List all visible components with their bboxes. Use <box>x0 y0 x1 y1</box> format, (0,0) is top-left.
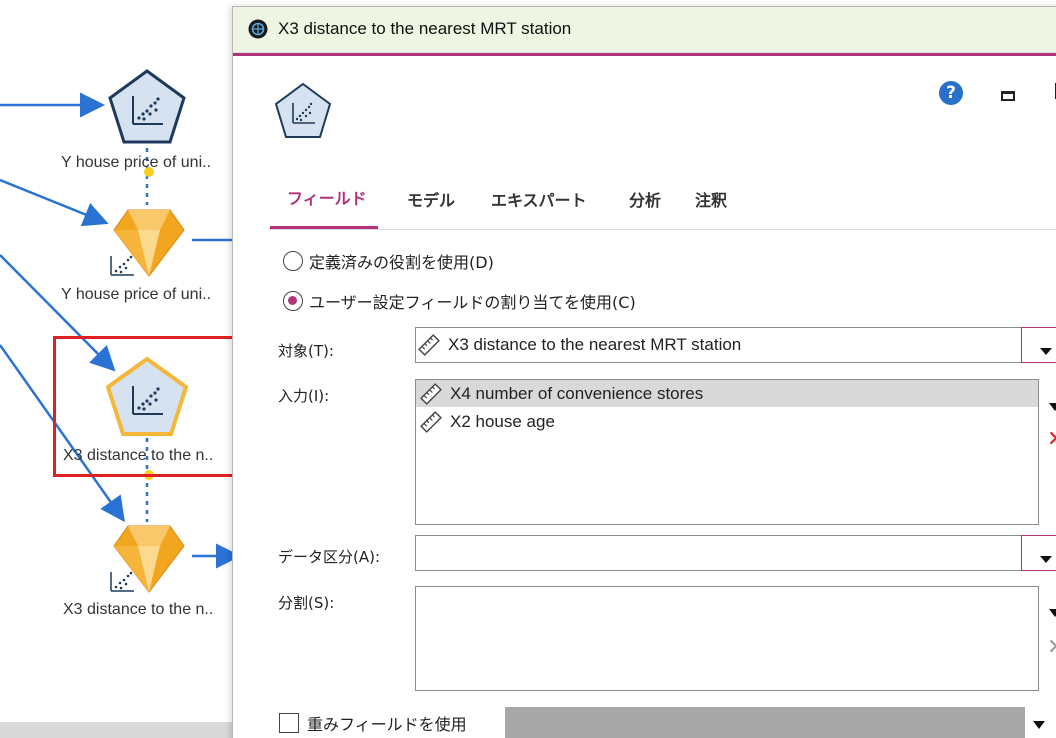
weight-field-option[interactable]: 重みフィールドを使用 <box>279 711 467 735</box>
tab-annotations[interactable]: 注釈 <box>695 187 727 211</box>
ruler-icon <box>420 410 442 433</box>
selection-highlight <box>53 336 246 477</box>
split-list[interactable] <box>415 586 1039 691</box>
delete-x-icon[interactable]: ✕ <box>1047 427 1056 452</box>
scatter-node-icon <box>274 82 332 138</box>
tab-expert[interactable]: エキスパート <box>491 187 587 211</box>
dropdown-arrow-icon[interactable] <box>1049 403 1056 411</box>
app-icon <box>248 19 268 39</box>
node-label: Y house price of uni.. <box>61 154 212 171</box>
target-field-value: X3 distance to the nearest MRT station <box>448 335 742 354</box>
scatter-mini-icon <box>110 571 134 592</box>
title-accent-line <box>233 53 1056 56</box>
scatter-mini-icon <box>110 255 134 276</box>
target-picker-button[interactable] <box>1021 327 1056 363</box>
inputs-label: 入力(I): <box>278 387 330 405</box>
title-bar[interactable]: X3 distance to the nearest MRT station <box>233 7 1056 53</box>
list-item-label: X4 number of convenience stores <box>450 383 704 403</box>
radio-button[interactable] <box>283 251 303 271</box>
tab-fields[interactable]: フィールド <box>287 185 367 209</box>
delete-x-icon[interactable]: ✕ <box>1047 635 1056 660</box>
canvas-scrollbar[interactable] <box>0 722 236 738</box>
radio-label: 定義済みの役割を使用(D) <box>309 253 494 272</box>
inputs-list[interactable]: X4 number of convenience stores X2 house… <box>415 379 1039 525</box>
weight-checkbox[interactable] <box>279 713 299 733</box>
tab-model[interactable]: モデル <box>407 187 455 211</box>
split-label: 分割(S): <box>278 594 335 612</box>
node-label: X3 distance to the n.. <box>63 601 214 618</box>
tab-divider <box>270 229 1056 230</box>
partition-label: データ区分(A): <box>278 548 381 566</box>
radio-button[interactable] <box>283 291 303 311</box>
ruler-icon <box>418 334 440 356</box>
partition-field[interactable] <box>415 535 1023 571</box>
list-item[interactable]: X2 house age <box>416 408 555 435</box>
scatter-node-icon[interactable] <box>106 68 188 146</box>
dropdown-arrow-icon[interactable] <box>1049 609 1056 617</box>
target-field[interactable]: X3 distance to the nearest MRT station <box>415 327 1023 363</box>
partition-picker-button[interactable] <box>1021 535 1056 571</box>
help-icon[interactable]: ? <box>939 81 963 105</box>
weight-field-disabled <box>505 707 1025 738</box>
weight-label: 重みフィールドを使用 <box>307 715 467 734</box>
ruler-icon <box>420 382 442 405</box>
node-label: Y house price of uni.. <box>61 286 212 303</box>
minimize-icon[interactable] <box>1001 91 1015 101</box>
list-item-label: X2 house age <box>450 411 555 431</box>
target-label: 対象(T): <box>278 342 334 360</box>
radio-custom-assignments[interactable]: ユーザー設定フィールドの割り当てを使用(C) <box>283 289 636 313</box>
node-dialog: X3 distance to the nearest MRT station ?… <box>232 6 1056 738</box>
dropdown-arrow-icon <box>1033 721 1045 729</box>
window-title: X3 distance to the nearest MRT station <box>278 19 572 38</box>
radio-label: ユーザー設定フィールドの割り当てを使用(C) <box>309 293 636 312</box>
radio-predefined-roles[interactable]: 定義済みの役割を使用(D) <box>283 249 494 273</box>
list-item[interactable]: X4 number of convenience stores <box>416 380 1038 407</box>
tab-analysis[interactable]: 分析 <box>629 187 661 211</box>
